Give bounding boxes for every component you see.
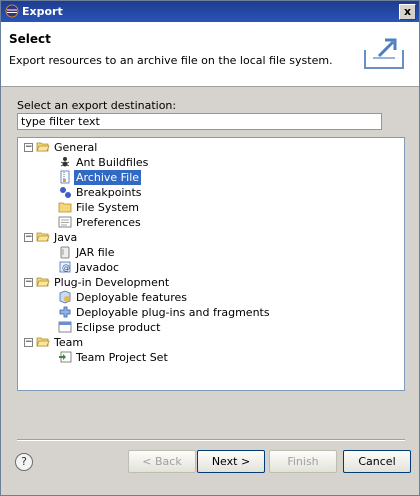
folder-icon — [58, 202, 72, 213]
tree-node-label: JAR file — [76, 246, 115, 259]
tree-node-team[interactable]: − Team — [24, 335, 384, 350]
tree-node-preferences[interactable]: Preferences — [58, 215, 378, 230]
tree-node-label: Javadoc — [76, 261, 119, 274]
plugin-icon — [59, 306, 71, 318]
tree-node-label: Preferences — [76, 216, 141, 229]
tree-node-ant-buildfiles[interactable]: Ant Buildfiles — [58, 155, 378, 170]
help-icon[interactable]: ? — [15, 453, 33, 471]
folder-open-icon — [36, 337, 50, 347]
wizard-header: Select Export resources to an archive fi… — [1, 22, 419, 87]
cancel-button[interactable]: Cancel — [343, 450, 411, 473]
tree-node-label: Java — [54, 231, 78, 244]
folder-open-icon — [36, 277, 50, 287]
tree-node-label: Breakpoints — [76, 186, 142, 199]
product-icon — [58, 321, 72, 333]
tree-node-label: File System — [76, 201, 139, 214]
tree-node-plugin-development[interactable]: − Plug-in Development — [24, 275, 384, 290]
archive-file-icon — [60, 170, 70, 184]
tree-node-deployable-features[interactable]: Deployable features — [58, 290, 378, 305]
svg-text:@: @ — [62, 263, 70, 272]
tree-node-general[interactable]: − General — [24, 140, 384, 155]
breakpoints-icon — [60, 187, 71, 198]
collapse-icon[interactable]: − — [24, 278, 33, 287]
window-title: Export — [22, 5, 63, 18]
javadoc-icon: @ — [59, 261, 71, 273]
tree-node-file-system[interactable]: File System — [58, 200, 378, 215]
tree-node-label: Archive File — [74, 170, 142, 185]
preferences-icon — [58, 216, 72, 228]
next-button[interactable]: Next > — [197, 450, 265, 473]
folder-open-icon — [36, 142, 50, 152]
tree-node-deployable-plugins[interactable]: Deployable plug-ins and fragments — [58, 305, 378, 320]
collapse-icon[interactable]: − — [24, 338, 33, 347]
export-dialog: Export x Select Export resources to an a… — [0, 0, 420, 496]
tree-node-label: Team Project Set — [76, 351, 168, 364]
tree-node-archive-file[interactable]: Archive File — [58, 170, 378, 185]
tree-node-eclipse-product[interactable]: Eclipse product — [58, 320, 378, 335]
tree-node-javadoc[interactable]: @ Javadoc — [58, 260, 378, 275]
destination-tree: − General Ant Buildfiles Archive File Br… — [17, 137, 405, 391]
finish-button[interactable]: Finish — [269, 450, 337, 473]
tree-node-jar-file[interactable]: JAR file — [58, 245, 378, 260]
tree-node-label: Eclipse product — [76, 321, 161, 334]
title-bar: Export x — [1, 1, 419, 22]
filter-input[interactable] — [17, 113, 382, 130]
page-description: Export resources to an archive file on t… — [9, 54, 333, 67]
tree-node-label: Ant Buildfiles — [76, 156, 149, 169]
feature-icon — [59, 290, 71, 304]
jar-file-icon — [60, 246, 70, 259]
tree-node-label: Deployable features — [76, 291, 188, 304]
folder-open-icon — [36, 232, 50, 242]
eclipse-icon — [5, 4, 19, 18]
tree-node-label: Team — [54, 336, 84, 349]
ant-icon — [60, 157, 70, 167]
button-separator — [17, 439, 405, 441]
collapse-icon[interactable]: − — [24, 233, 33, 242]
back-button[interactable]: < Back — [128, 450, 196, 473]
close-button[interactable]: x — [399, 4, 416, 20]
team-project-set-icon — [59, 351, 72, 363]
tree-node-label: General — [54, 141, 98, 154]
tree-node-breakpoints[interactable]: Breakpoints — [58, 185, 378, 200]
tree-node-label: Deployable plug-ins and fragments — [76, 306, 270, 319]
tree-node-team-project-set[interactable]: Team Project Set — [58, 350, 378, 365]
collapse-icon[interactable]: − — [24, 143, 33, 152]
tree-node-label: Plug-in Development — [54, 276, 170, 289]
tree-node-java[interactable]: − Java — [24, 230, 384, 245]
export-destination-label: Select an export destination: — [17, 99, 177, 112]
export-wizard-icon — [364, 38, 404, 69]
page-title: Select — [9, 32, 51, 46]
